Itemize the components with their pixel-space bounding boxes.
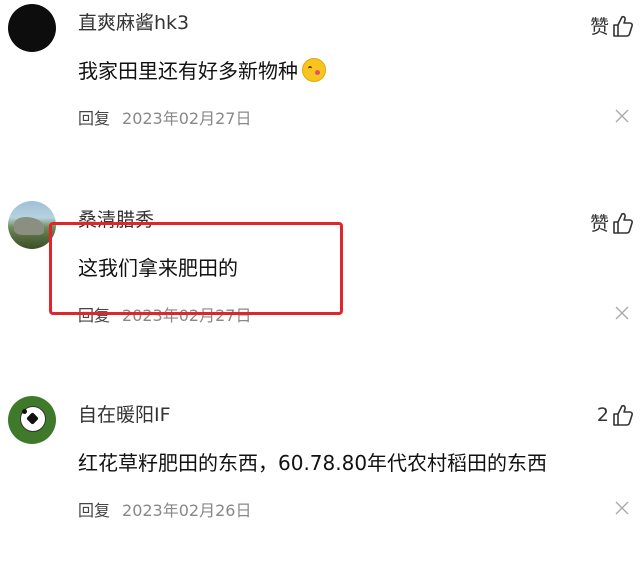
comment-date: 2023年02月26日: [122, 501, 252, 520]
more-icon[interactable]: [614, 500, 630, 516]
thumbs-up-icon: [613, 404, 633, 426]
more-icon[interactable]: [614, 305, 630, 321]
like-button[interactable]: 2: [597, 404, 633, 426]
comment-text: 红花草籽肥田的东西，60.78.80年代农村稻田的东西: [78, 451, 548, 475]
comment-item: 自在暖阳IF 2 红花草籽肥田的东西，60.78.80年代农村稻田的东西 回复 2…: [0, 392, 640, 567]
comment-meta: 回复 2023年02月26日: [78, 497, 251, 521]
reply-button[interactable]: 回复: [78, 501, 110, 520]
more-icon[interactable]: [614, 108, 630, 124]
like-button[interactable]: 赞: [590, 12, 633, 39]
kissing-face-emoji-icon: [302, 58, 326, 82]
comment-item: 直爽麻酱hk3 赞 我家田里还有好多新物种 回复 2023年02月27日: [0, 0, 640, 175]
avatar[interactable]: [8, 4, 56, 52]
comment-text: 我家田里还有好多新物种: [78, 55, 326, 84]
highlight-annotation-box: [49, 222, 343, 315]
comment-username[interactable]: 自在暖阳IF: [78, 400, 171, 427]
like-button[interactable]: 赞: [590, 209, 633, 236]
reply-button[interactable]: 回复: [78, 109, 110, 128]
comment-date: 2023年02月27日: [122, 109, 252, 128]
like-label: 赞: [589, 213, 609, 235]
soccer-ball-icon: [20, 406, 46, 432]
comment-meta: 回复 2023年02月27日: [78, 105, 251, 129]
like-count: 2: [596, 404, 609, 426]
thumbs-up-icon: [613, 212, 633, 234]
comment-text-content: 我家田里还有好多新物种: [78, 59, 298, 83]
comment-username[interactable]: 直爽麻酱hk3: [78, 8, 189, 35]
thumbs-up-icon: [613, 15, 633, 37]
avatar[interactable]: [8, 396, 56, 444]
like-label: 赞: [589, 16, 609, 38]
